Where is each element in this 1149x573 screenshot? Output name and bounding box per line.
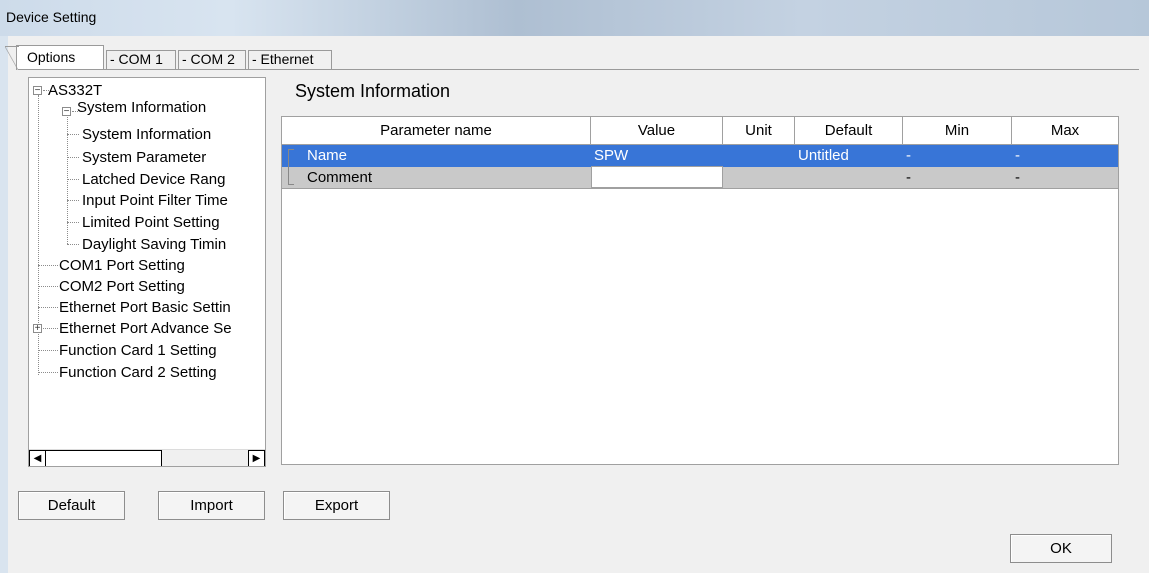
- default-button[interactable]: Default: [18, 491, 125, 520]
- window-left-border: [0, 36, 8, 573]
- tree-line: [38, 265, 58, 266]
- cell-unit: [723, 167, 795, 189]
- tree-node-label: Function Card 2 Setting: [59, 364, 217, 381]
- tree-node-label: Latched Device Rang: [82, 171, 226, 188]
- tree-line: [38, 307, 58, 308]
- tree-node-label: System Parameter: [82, 149, 207, 166]
- tab-ethernet-label: - Ethernet: [252, 51, 314, 67]
- tree-line: [38, 286, 58, 287]
- column-header-value[interactable]: Value: [591, 117, 723, 145]
- tab-options-label: Options: [27, 49, 76, 65]
- parameter-grid[interactable]: Parameter name Value Unit Default Min Ma…: [281, 116, 1119, 465]
- tree-line: [67, 244, 79, 245]
- device-setting-window: Device Setting Options - COM 1 - COM 2 -…: [0, 0, 1149, 573]
- scroll-thumb[interactable]: [46, 450, 162, 466]
- column-header-max[interactable]: Max: [1012, 117, 1118, 145]
- tree-line: [67, 157, 79, 158]
- cell-value[interactable]: SPW: [591, 145, 723, 167]
- scroll-left-arrow-icon[interactable]: ◀: [29, 450, 46, 466]
- tab-com2-label: - COM 2: [182, 51, 235, 67]
- tree-line: [67, 200, 79, 201]
- grid-header: Parameter name Value Unit Default Min Ma…: [282, 117, 1118, 145]
- collapse-icon[interactable]: −: [33, 86, 42, 96]
- tree-node-label: COM1 Port Setting: [59, 257, 185, 274]
- tree-node-label: System Information: [82, 126, 212, 143]
- tree-line: [38, 350, 58, 351]
- tree-node-label: Ethernet Port Basic Settin: [59, 299, 231, 316]
- cell-max: -: [1015, 147, 1020, 164]
- tree-line: [67, 222, 79, 223]
- tab-com1[interactable]: - COM 1: [106, 50, 176, 69]
- tab-com2[interactable]: - COM 2: [178, 50, 246, 69]
- tree-horizontal-scrollbar[interactable]: ◀ ▶: [29, 449, 265, 466]
- title-bar[interactable]: Device Setting: [0, 0, 1149, 36]
- cell-value-input[interactable]: [591, 166, 723, 188]
- tree-line: [38, 372, 58, 373]
- tree-node-label: Input Point Filter Time: [82, 192, 228, 209]
- cell-default: [795, 167, 903, 189]
- tree-line: [43, 328, 58, 329]
- ok-button[interactable]: OK: [1010, 534, 1112, 563]
- table-row[interactable]: Name SPW Untitled - -: [282, 145, 1118, 167]
- row-group-bracket: [288, 149, 294, 185]
- tree-node-label: Ethernet Port Advance Se: [59, 320, 232, 337]
- import-button[interactable]: Import: [158, 491, 265, 520]
- section-title: System Information: [295, 81, 451, 101]
- tree-line: [67, 134, 79, 135]
- cell-parameter-name: Name: [307, 147, 348, 164]
- settings-tree[interactable]: − AS332T − System Information System Inf…: [28, 77, 266, 467]
- column-header-parameter-name[interactable]: Parameter name: [282, 117, 591, 145]
- cell-min: -: [906, 147, 911, 164]
- tree-node-label: COM2 Port Setting: [59, 278, 185, 295]
- collapse-icon[interactable]: −: [62, 107, 71, 117]
- tab-options[interactable]: Options: [5, 45, 104, 72]
- export-button[interactable]: Export: [283, 491, 390, 520]
- cell-parameter-name: Comment: [307, 169, 373, 186]
- column-header-unit[interactable]: Unit: [723, 117, 795, 145]
- tree-node-label: System Information: [77, 99, 207, 116]
- cell-unit: [723, 145, 795, 167]
- expand-icon[interactable]: +: [33, 324, 42, 334]
- scroll-right-arrow-icon[interactable]: ▶: [248, 450, 265, 466]
- tab-com1-label: - COM 1: [110, 51, 163, 67]
- tree-node-label: Limited Point Setting: [82, 214, 220, 231]
- cell-min: -: [906, 169, 911, 186]
- tree-node-label: Daylight Saving Timin: [82, 236, 227, 253]
- tree-line: [67, 112, 68, 244]
- tab-ethernet[interactable]: - Ethernet: [248, 50, 332, 69]
- column-header-default[interactable]: Default: [795, 117, 903, 145]
- window-title: Device Setting: [6, 9, 97, 25]
- cell-max: -: [1015, 169, 1020, 186]
- cell-default: Untitled: [798, 147, 849, 164]
- tree-node-label: Function Card 1 Setting: [59, 342, 217, 359]
- column-header-min[interactable]: Min: [903, 117, 1012, 145]
- table-row[interactable]: Comment - -: [282, 166, 1118, 189]
- tree-line: [67, 179, 79, 180]
